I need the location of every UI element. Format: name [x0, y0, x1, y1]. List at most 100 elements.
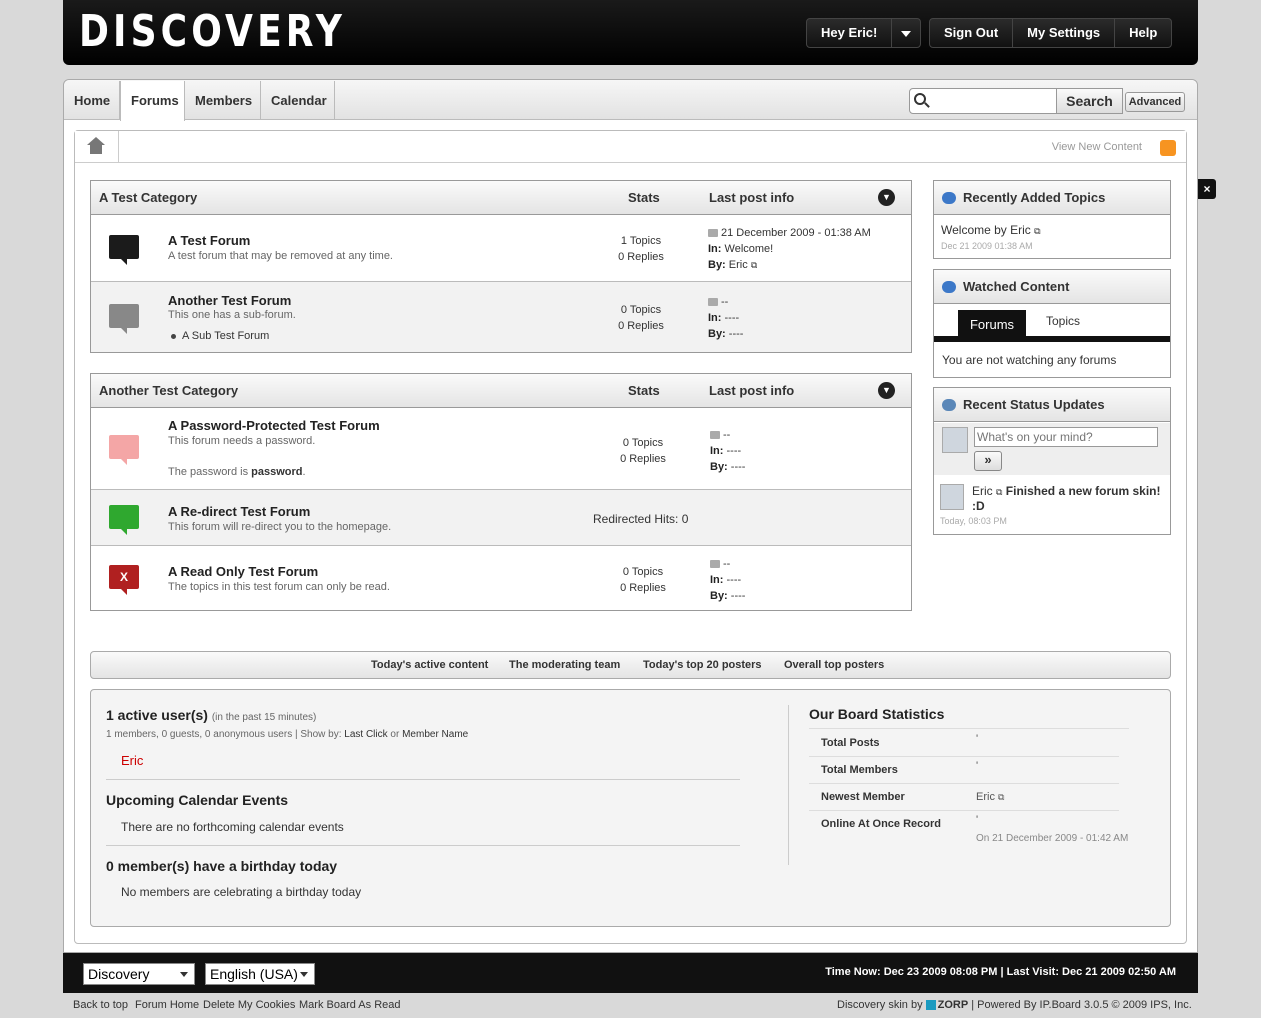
online-record-value: '	[976, 814, 979, 826]
todays-active-content-link[interactable]: Today's active content	[371, 659, 488, 671]
close-icon[interactable]: ×	[1198, 179, 1216, 199]
by-label: By:	[710, 461, 728, 473]
last-post-topic: ----	[726, 574, 742, 586]
birthdays-title: 0 member(s) have a birthday today	[106, 858, 338, 874]
replies-count: 0 Replies	[618, 320, 664, 332]
rss-icon[interactable]	[1160, 140, 1176, 156]
password-hint-text: The password is	[168, 466, 252, 478]
view-new-content-link[interactable]: View New Content	[1052, 141, 1142, 153]
last-post-author[interactable]: Eric	[729, 259, 748, 271]
password-value: password	[251, 466, 303, 478]
forum-title[interactable]: A Test Forum	[168, 233, 250, 248]
tab-members[interactable]: Members	[185, 81, 261, 120]
replies-count: 0 Replies	[620, 582, 666, 594]
category-title[interactable]: Another Test Category	[99, 383, 238, 398]
divider	[106, 845, 740, 846]
go-to-post-icon[interactable]	[710, 431, 720, 440]
status-author[interactable]: Eric	[972, 484, 993, 498]
category-header: Another Test Category Stats Last post in…	[91, 374, 911, 408]
breadcrumb-home[interactable]	[75, 131, 119, 162]
newest-member-value: Eric ⧉	[976, 791, 1004, 803]
collapse-toggle-icon[interactable]: ▼	[878, 382, 895, 399]
replies-count: 0 Replies	[618, 251, 664, 263]
board-index-stats: 1 active user(s) (in the past 15 minutes…	[90, 689, 1171, 927]
status-updates-box: Recent Status Updates » Eric ⧉ Finished …	[933, 387, 1171, 535]
overall-top-posters-link[interactable]: Overall top posters	[784, 659, 884, 671]
mark-board-read-link[interactable]: Mark Board As Read	[299, 999, 401, 1011]
sort-member-name-link[interactable]: Member Name	[402, 729, 468, 740]
status-form: »	[934, 423, 1170, 475]
logo[interactable]: DISCOVERY	[79, 6, 346, 57]
last-post-date: 21 December 2009 - 01:38 AM	[721, 227, 871, 239]
in-label: In:	[710, 445, 724, 457]
my-settings-button[interactable]: My Settings	[1013, 19, 1116, 47]
sign-out-button[interactable]: Sign Out	[930, 19, 1014, 47]
tab-watched-topics[interactable]: Topics	[1046, 314, 1080, 328]
forum-row: A Password-Protected Test Forum This for…	[91, 408, 911, 489]
column-divider	[788, 705, 789, 865]
category-a-test-category: A Test Category Stats Last post info ▼ A…	[90, 180, 912, 353]
last-post-topic[interactable]: Welcome!	[725, 243, 774, 255]
profile-card-icon[interactable]: ⧉	[998, 792, 1004, 802]
top-20-posters-link[interactable]: Today's top 20 posters	[643, 659, 762, 671]
back-to-top-link[interactable]: Back to top	[73, 999, 128, 1011]
tab-calendar[interactable]: Calendar	[261, 81, 335, 120]
board-links-bar: Today's active content The moderating te…	[90, 651, 1171, 679]
language-select[interactable]: English (USA)	[205, 963, 315, 985]
sort-last-click-link[interactable]: Last Click	[344, 729, 387, 740]
go-to-post-icon[interactable]	[708, 298, 718, 307]
category-header: A Test Category Stats Last post info ▼	[91, 181, 911, 215]
moderating-team-link[interactable]: The moderating team	[509, 659, 620, 671]
profile-card-icon[interactable]: ⧉	[1034, 226, 1040, 236]
go-to-post-icon[interactable]	[708, 229, 718, 238]
watched-content-header: Watched Content	[934, 270, 1170, 304]
forum-icon-read-only: X	[109, 565, 139, 595]
user-menu: Hey Eric!	[806, 18, 922, 48]
subforum-title: A Sub Test Forum	[182, 330, 270, 342]
status-submit-button[interactable]: »	[974, 451, 1002, 471]
forum-stats: 1 Topics 0 Replies	[596, 233, 686, 265]
total-posts-label: Total Posts	[821, 737, 880, 749]
newest-member-link[interactable]: Eric	[976, 791, 995, 803]
forum-title[interactable]: Another Test Forum	[168, 293, 291, 308]
search-input[interactable]	[909, 88, 1057, 114]
forum-title[interactable]: A Password-Protected Test Forum	[168, 418, 380, 433]
forum-home-link[interactable]: Forum Home	[135, 999, 199, 1011]
active-user-link[interactable]: Eric	[121, 753, 143, 768]
in-label: In:	[708, 312, 722, 324]
watched-empty-text: You are not watching any forums	[942, 353, 1117, 367]
user-dropdown-button[interactable]	[892, 19, 920, 47]
forum-title[interactable]: A Read Only Test Forum	[168, 564, 318, 579]
credits-powered: | Powered By IP.Board 3.0.5 © 2009 IPS, …	[968, 999, 1192, 1011]
advanced-search-button[interactable]: Advanced	[1125, 92, 1185, 112]
tab-home[interactable]: Home	[64, 81, 120, 120]
total-posts-value: '	[976, 733, 979, 745]
in-label: In:	[708, 243, 722, 255]
greeting-button[interactable]: Hey Eric!	[807, 19, 893, 47]
skin-select[interactable]: Discovery	[83, 963, 195, 985]
divider	[809, 728, 1129, 729]
footer-bar: Discovery English (USA) Time Now: Dec 23…	[63, 953, 1198, 993]
forum-title[interactable]: A Re-direct Test Forum	[168, 504, 310, 519]
help-button[interactable]: Help	[1115, 19, 1171, 47]
category-title[interactable]: A Test Category	[99, 190, 197, 205]
search-button[interactable]: Search	[1056, 88, 1123, 114]
last-post-info: -- In: ---- By: ----	[710, 556, 745, 604]
status-input[interactable]	[974, 427, 1158, 447]
home-icon-body	[90, 145, 102, 154]
go-to-post-icon[interactable]	[710, 560, 720, 569]
delete-cookies-link[interactable]: Delete My Cookies	[203, 999, 295, 1011]
recent-topic-author[interactable]: by Eric	[991, 223, 1031, 237]
forum-description: This one has a sub-forum.	[168, 309, 296, 321]
active-users-section: 1 active user(s) (in the past 15 minutes…	[106, 707, 316, 723]
profile-card-icon[interactable]: ⧉	[996, 487, 1002, 497]
last-post-column-label: Last post info	[709, 383, 795, 398]
zorp-logo-icon[interactable]	[925, 1000, 936, 1011]
online-record-date: On 21 December 2009 - 01:42 AM	[976, 833, 1129, 844]
profile-card-icon[interactable]: ⧉	[751, 260, 757, 270]
zorp-link[interactable]: ZORP	[938, 999, 969, 1011]
tab-forums[interactable]: Forums	[120, 81, 185, 121]
subforum-link[interactable]: A Sub Test Forum	[171, 330, 269, 342]
collapse-toggle-icon[interactable]: ▼	[878, 189, 895, 206]
recent-topic-link[interactable]: Welcome	[941, 223, 991, 237]
